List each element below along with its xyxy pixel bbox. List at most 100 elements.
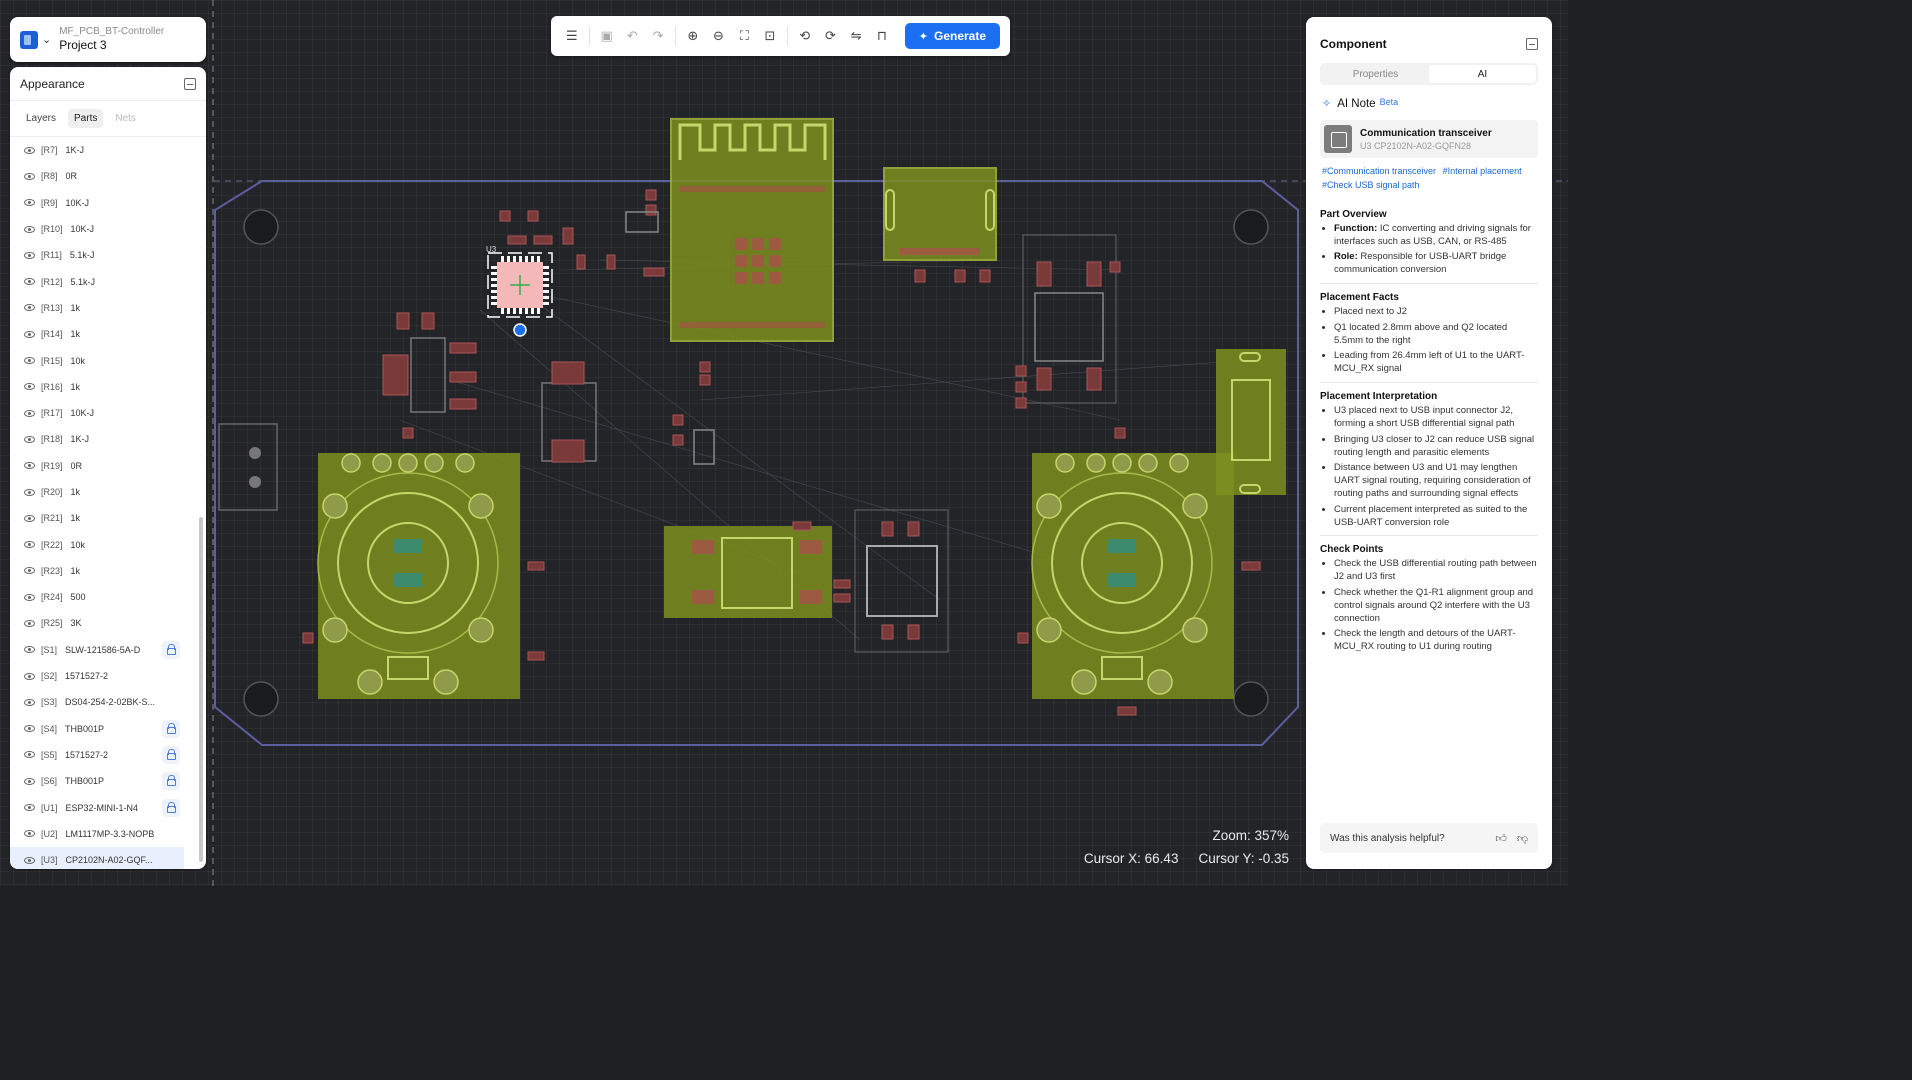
eye-icon[interactable] — [24, 488, 35, 496]
beta-badge: Beta — [1379, 96, 1399, 107]
lock-icon[interactable] — [162, 719, 180, 738]
part-row[interactable]: [R17] 10K-J — [10, 400, 194, 426]
eye-icon[interactable] — [24, 146, 35, 154]
part-row[interactable]: [S6] THB001P — [10, 768, 194, 794]
thumbs-up-icon[interactable]: 👍︎ — [1495, 832, 1507, 845]
part-row[interactable]: [R15] 10k — [10, 347, 194, 373]
eye-icon[interactable] — [24, 567, 35, 575]
eye-icon[interactable] — [24, 435, 35, 443]
undo-icon[interactable]: ↶ — [621, 25, 643, 47]
part-value: 1571527-2 — [65, 749, 109, 760]
part-row[interactable]: [S3] DS04-254-2-02BK-S... — [10, 689, 194, 715]
eye-icon[interactable] — [24, 698, 35, 706]
generate-button[interactable]: ✦ Generate — [904, 23, 1001, 49]
zoom-out-icon[interactable]: ⊖ — [708, 25, 730, 47]
flip-icon[interactable]: ⇋ — [845, 25, 867, 47]
tab-properties[interactable]: Properties — [1322, 65, 1429, 83]
menu-icon[interactable]: ☰ — [561, 25, 583, 47]
part-row[interactable]: [S1] SLW-121586-5A-D — [10, 637, 194, 663]
eye-icon[interactable] — [24, 251, 35, 259]
chevron-down-icon[interactable]: ⌄ — [42, 33, 51, 46]
lock-icon[interactable] — [162, 772, 180, 791]
eye-icon[interactable] — [24, 751, 35, 759]
component-tabs: Properties AI — [1320, 63, 1538, 85]
rotate-right-icon[interactable]: ⟳ — [820, 25, 842, 47]
part-row[interactable]: [R16] 1k — [10, 374, 194, 400]
lock-icon[interactable] — [162, 798, 180, 817]
part-row[interactable]: [R25] 3K — [10, 610, 194, 636]
eye-icon[interactable] — [24, 619, 35, 627]
part-value: 1k — [70, 513, 81, 524]
part-row[interactable]: [R14] 1k — [10, 321, 194, 347]
eye-icon[interactable] — [24, 804, 35, 812]
part-row[interactable]: [R21] 1k — [10, 505, 194, 531]
eye-icon[interactable] — [24, 646, 35, 654]
eye-icon[interactable] — [24, 199, 35, 207]
part-row[interactable]: [R13] 1k — [10, 295, 194, 321]
eye-icon[interactable] — [24, 830, 35, 838]
tab-nets[interactable]: Nets — [109, 109, 142, 128]
tab-ai[interactable]: AI — [1429, 65, 1536, 83]
appearance-tabs: Layers Parts Nets — [10, 101, 206, 137]
collapse-icon[interactable] — [184, 77, 196, 90]
lock-icon[interactable] — [162, 745, 180, 764]
zoom-in-icon[interactable]: ⊕ — [682, 25, 704, 47]
part-row[interactable]: [R23] 1k — [10, 558, 194, 584]
eye-icon[interactable] — [24, 856, 35, 864]
tag[interactable]: #Internal placement — [1443, 166, 1522, 176]
part-row[interactable]: [R20] 1k — [10, 479, 194, 505]
part-row[interactable]: [S5] 1571527-2 — [10, 742, 194, 768]
eye-icon[interactable] — [24, 330, 35, 338]
part-row[interactable]: [R10] 10K-J — [10, 216, 194, 242]
eye-icon[interactable] — [24, 357, 35, 365]
part-row[interactable]: [R11] 5.1k-J — [10, 242, 194, 268]
save-icon[interactable]: ▣ — [596, 25, 618, 47]
eye-icon[interactable] — [24, 409, 35, 417]
project-selector[interactable]: ⌄ MF_PCB_BT-Controller Project 3 — [10, 17, 206, 62]
part-row[interactable]: [R8] 0R — [10, 163, 194, 189]
tab-layers[interactable]: Layers — [20, 109, 62, 128]
tag[interactable]: #Check USB signal path — [1322, 180, 1420, 190]
part-row[interactable]: [U3] CP2102N-A02-GQF... — [10, 847, 184, 869]
part-row[interactable]: [R18] 1K-J — [10, 426, 194, 452]
eye-icon[interactable] — [24, 462, 35, 470]
thumbs-down-icon[interactable]: 👎︎ — [1517, 832, 1528, 845]
part-row[interactable]: [S4] THB001P — [10, 716, 194, 742]
part-row[interactable]: [R22] 10k — [10, 531, 194, 557]
rotate-left-icon[interactable]: ⟲ — [794, 25, 816, 47]
tab-parts[interactable]: Parts — [68, 109, 104, 128]
part-row[interactable]: [S2] 1571527-2 — [10, 663, 194, 689]
part-ref: [R8] — [41, 171, 58, 182]
collapse-icon[interactable] — [1526, 38, 1538, 50]
eye-icon[interactable] — [24, 777, 35, 785]
part-row[interactable]: [U1] ESP32-MINI-1-N4 — [10, 794, 194, 820]
tag[interactable]: #Communication transceiver — [1322, 166, 1436, 176]
eye-icon[interactable] — [24, 304, 35, 312]
part-row[interactable]: [R9] 10K-J — [10, 190, 194, 216]
part-ref: [S1] — [41, 644, 58, 655]
part-row[interactable]: [R19] 0R — [10, 453, 194, 479]
section-item: Distance between U3 and U1 may lengthen … — [1334, 462, 1538, 500]
eye-icon[interactable] — [24, 278, 35, 286]
part-row[interactable]: [R24] 500 — [10, 584, 194, 610]
eye-icon[interactable] — [24, 672, 35, 680]
part-row[interactable]: [U2] LM1117MP-3.3-NOPB — [10, 821, 194, 847]
scrollbar[interactable] — [199, 517, 203, 862]
fit-view-icon[interactable]: ⛶ — [733, 25, 755, 47]
eye-icon[interactable] — [24, 383, 35, 391]
part-value: 10k — [70, 539, 86, 550]
eye-icon[interactable] — [24, 514, 35, 522]
eye-icon[interactable] — [24, 172, 35, 180]
eye-icon[interactable] — [24, 725, 35, 733]
analysis-section: Placement Facts Placed next to J2 Q1 locat… — [1320, 292, 1538, 384]
zoom-selection-icon[interactable]: ⊡ — [759, 25, 781, 47]
eye-icon[interactable] — [24, 541, 35, 549]
redo-icon[interactable]: ↷ — [647, 25, 669, 47]
part-row[interactable]: [R12] 5.1k-J — [10, 268, 194, 294]
analysis-section: Part Overview Function: IC converting and… — [1320, 209, 1538, 285]
part-row[interactable]: [R7] 1K-J — [10, 137, 194, 163]
lock-icon[interactable]: ⊓ — [871, 25, 893, 47]
eye-icon[interactable] — [24, 593, 35, 601]
eye-icon[interactable] — [24, 225, 35, 233]
lock-icon[interactable] — [162, 640, 180, 659]
